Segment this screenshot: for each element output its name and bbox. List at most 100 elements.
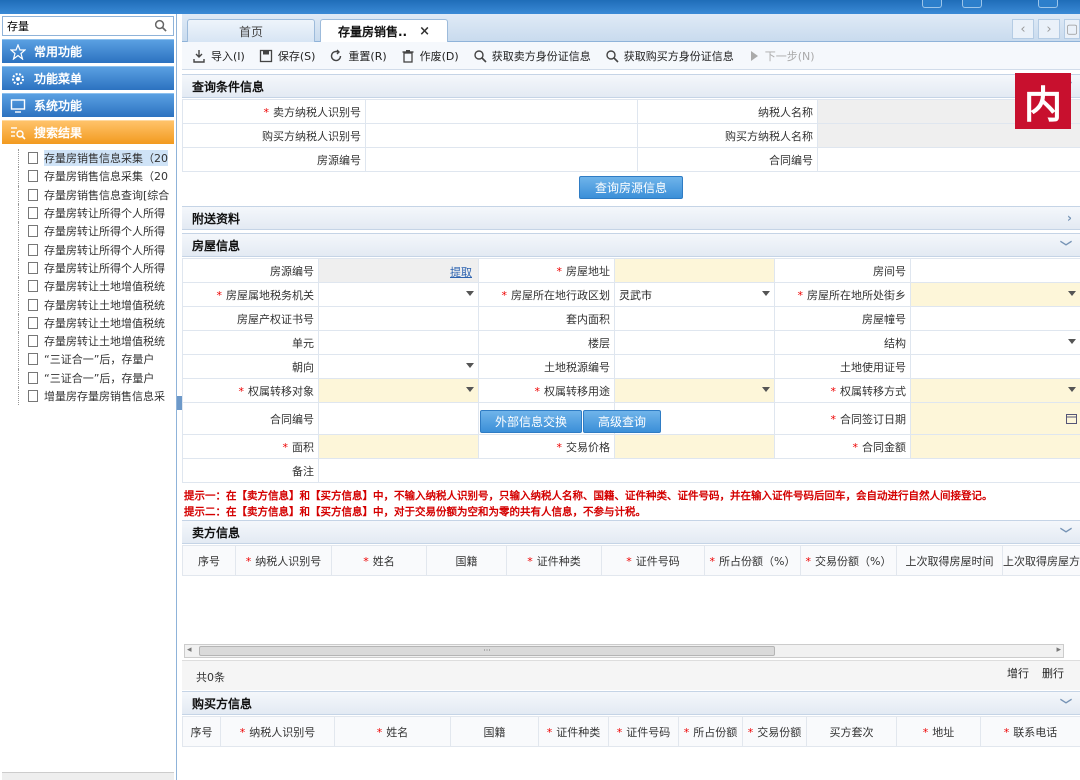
section-query-header[interactable]: 查询条件信息﹀ (182, 74, 1080, 98)
column-header[interactable]: 序号 (182, 545, 236, 576)
tab-next-arrow[interactable]: › (1038, 19, 1060, 39)
column-header[interactable]: * 纳税人识别号 (220, 716, 335, 747)
tree-item[interactable]: 存量房转让所得个人所得 (0, 222, 176, 241)
tree-item[interactable]: 存量房销售信息采集（20 (0, 149, 176, 168)
section-attachments-header[interactable]: 附送资料 › (182, 206, 1080, 230)
house-no-input[interactable] (365, 147, 638, 172)
land-tax-no-input[interactable] (614, 354, 775, 379)
scroll-left-arrow[interactable]: ◂ (187, 645, 192, 655)
column-header[interactable]: * 证件号码 (608, 716, 679, 747)
section-house-header[interactable]: 房屋信息 ﹀ (182, 233, 1080, 257)
get-seller-id-button[interactable]: 获取卖方身份证信息 (473, 48, 591, 64)
transfer-use-select[interactable] (614, 378, 775, 403)
query-house-button[interactable]: 查询房源信息 (579, 176, 683, 199)
tab-stock-house-sales[interactable]: 存量房销售.. × (320, 19, 448, 42)
column-header[interactable]: 序号 (182, 716, 221, 747)
area-input[interactable] (318, 434, 479, 459)
tree-item[interactable]: 存量房转让土地增值税统 (0, 331, 176, 351)
column-header[interactable]: * 地址 (896, 716, 981, 747)
contract-no-input[interactable] (318, 402, 479, 435)
tree-item[interactable]: 存量房销售信息采集（20 (0, 167, 176, 186)
window-icon[interactable] (1038, 0, 1058, 8)
address-input[interactable] (614, 258, 775, 283)
nav-function-menu[interactable]: 功能菜单 (2, 66, 174, 90)
price-input[interactable] (614, 434, 775, 459)
inner-area-input[interactable] (614, 306, 775, 331)
building-no-input[interactable] (910, 306, 1080, 331)
section-buyer-header[interactable]: 购买方信息 ﹀ (182, 691, 1080, 715)
external-exchange-button[interactable]: 外部信息交换 (480, 410, 582, 433)
district-select[interactable]: 灵武市 (614, 282, 775, 307)
floor-input[interactable] (614, 330, 775, 355)
tree-item[interactable]: 存量房转让所得个人所得 (0, 240, 176, 259)
tree-item[interactable]: “三证合一”后，存量户 (0, 350, 176, 369)
column-header[interactable]: * 所占份额（%） (704, 545, 801, 576)
column-header[interactable]: * 所占份额 (678, 716, 743, 747)
nav-system-functions[interactable]: 系统功能 (2, 93, 174, 117)
tree-item[interactable]: 存量房转让土地增值税统 (0, 313, 176, 332)
tab-home[interactable]: 首页 (187, 19, 315, 42)
tree-item[interactable]: 存量房销售信息查询[综合 (0, 185, 176, 204)
reset-button[interactable]: 重置(R) (329, 48, 387, 64)
transfer-object-select[interactable] (318, 378, 479, 403)
chevron-down-icon[interactable]: ﹀ (1060, 238, 1072, 255)
column-header[interactable]: * 纳税人识别号 (235, 545, 332, 576)
import-button[interactable]: 导入(I) (192, 48, 245, 64)
tab-prev-arrow[interactable]: ‹ (1012, 19, 1034, 39)
orientation-select[interactable] (318, 354, 479, 379)
fetch-link[interactable]: 提取 (450, 264, 472, 280)
sign-date-input[interactable] (910, 402, 1080, 435)
get-buyer-id-button[interactable]: 获取购买方身份证信息 (605, 48, 734, 64)
tree-item[interactable]: 增量房存量房销售信息采 (0, 386, 176, 406)
chevron-right-icon[interactable]: › (1067, 211, 1072, 225)
close-icon[interactable]: × (419, 24, 430, 39)
unit-input[interactable] (318, 330, 479, 355)
horizontal-scrollbar[interactable]: ◂ ··· ▸ (184, 644, 1064, 658)
search-input[interactable] (3, 17, 143, 35)
tree-item[interactable]: “三证合一”后，存量户 (0, 368, 176, 387)
nav-search-results[interactable]: 搜索结果 (2, 120, 174, 144)
tree-item[interactable]: 存量房转让所得个人所得 (0, 258, 176, 278)
section-seller-header[interactable]: 卖方信息 ﹀ (182, 520, 1080, 544)
delete-row-button[interactable]: 删行 (1042, 665, 1064, 681)
scroll-right-arrow[interactable]: ▸ (1056, 645, 1061, 655)
chevron-down-icon[interactable]: ﹀ (1060, 696, 1072, 713)
cert-no-input[interactable] (318, 306, 479, 331)
column-header[interactable]: * 证件种类 (538, 716, 609, 747)
add-row-button[interactable]: 增行 (1007, 665, 1029, 681)
tree-item[interactable]: 存量房转让土地增值税统 (0, 277, 176, 296)
column-header[interactable]: 国籍 (450, 716, 539, 747)
buyer-id-input[interactable] (365, 123, 638, 148)
transfer-way-select[interactable] (910, 378, 1080, 403)
column-header[interactable]: * 交易份额 (742, 716, 807, 747)
tree-item[interactable]: 存量房转让所得个人所得 (0, 203, 176, 223)
column-header[interactable]: 国籍 (426, 545, 507, 576)
column-header[interactable]: * 证件号码 (601, 545, 705, 576)
seller-id-input[interactable] (365, 99, 638, 124)
amount-input[interactable] (910, 434, 1080, 459)
column-header[interactable]: * 交易份额（%） (800, 545, 897, 576)
land-cert-input[interactable] (910, 354, 1080, 379)
tree-item[interactable]: 存量房转让土地增值税统 (0, 295, 176, 314)
advanced-query-button[interactable]: 高级查询 (583, 410, 661, 433)
contract-no-input[interactable] (817, 147, 1080, 172)
remark-input[interactable] (318, 458, 1080, 483)
window-icon[interactable] (922, 0, 942, 8)
scrollbar-thumb[interactable]: ··· (199, 646, 775, 656)
tax-office-select[interactable] (318, 282, 479, 307)
column-header[interactable]: * 证件种类 (506, 545, 602, 576)
room-no-input[interactable] (910, 258, 1080, 283)
column-header[interactable]: * 姓名 (334, 716, 451, 747)
void-button[interactable]: 作废(D) (401, 48, 459, 64)
street-select[interactable] (910, 282, 1080, 307)
structure-select[interactable] (910, 330, 1080, 355)
search-icon[interactable] (154, 19, 167, 32)
column-header[interactable]: * 姓名 (331, 545, 427, 576)
tab-menu-icon[interactable]: ▢ (1064, 19, 1080, 39)
column-header[interactable]: * 联系电话 (980, 716, 1080, 747)
chevron-down-icon[interactable]: ﹀ (1060, 525, 1072, 542)
window-icon[interactable] (962, 0, 982, 8)
column-header[interactable]: 买方套次 (806, 716, 897, 747)
column-header[interactable]: 上次取得房屋方 (1002, 545, 1080, 576)
next-step-button[interactable]: 下一步(N) (748, 48, 815, 64)
